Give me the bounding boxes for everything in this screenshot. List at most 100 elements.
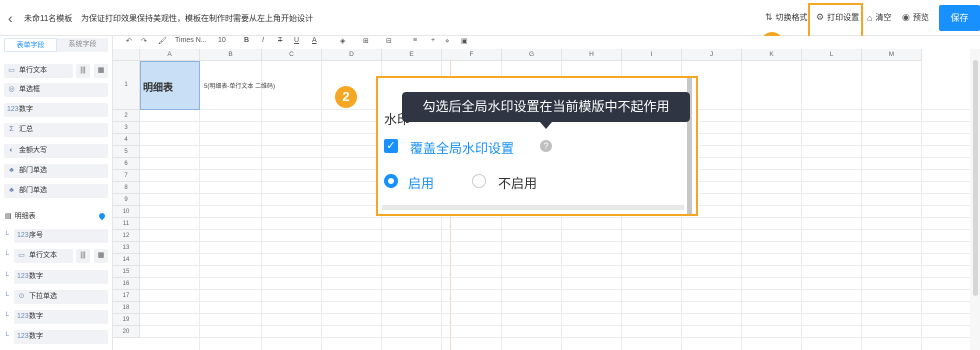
scrollbar-thumb[interactable] [973, 60, 978, 296]
back-arrow-icon[interactable]: ‹ [8, 9, 22, 27]
row-header[interactable]: 5 [113, 146, 140, 158]
table-icon: ▤ [5, 213, 12, 220]
enable-radio[interactable] [384, 174, 398, 188]
row-header[interactable]: 6 [113, 158, 140, 170]
column-header[interactable]: H [562, 49, 622, 61]
row-header[interactable]: 9 [113, 194, 140, 206]
radio-field-icon: ◎ [8, 86, 15, 93]
merge-cells-icon[interactable]: ⊟ [386, 37, 392, 45]
row-header[interactable]: 1 [113, 61, 140, 110]
italic-button[interactable]: I [262, 37, 264, 44]
detail-field-item[interactable]: 123 数字 [14, 270, 108, 284]
column-header[interactable]: A [140, 49, 200, 61]
preview-button[interactable]: ◉ 预览 [902, 12, 929, 23]
border-icon[interactable]: ⊞ [363, 37, 369, 45]
barcode-icon[interactable]: ||| [76, 249, 90, 263]
font-family-select[interactable]: Times N... [175, 37, 207, 44]
disable-radio[interactable] [472, 174, 486, 188]
font-color-button[interactable]: A [312, 37, 317, 44]
format-painter-icon[interactable]: 🖌︎ [158, 37, 167, 45]
strikethrough-button[interactable]: T [278, 37, 282, 44]
font-size-select[interactable]: 10 [218, 37, 226, 44]
column-header[interactable]: G [502, 49, 562, 61]
grid-row-line [140, 253, 970, 254]
detail-field-item[interactable]: ▭ 单行文本 [14, 249, 73, 263]
row-header[interactable]: 4 [113, 134, 140, 146]
column-header[interactable]: D [322, 49, 382, 61]
field-item[interactable]: ♣ 部门单选 [4, 184, 108, 198]
override-checkbox[interactable]: ✓ [384, 139, 398, 153]
row-header[interactable]: 17 [113, 290, 140, 302]
detail-group-title[interactable]: ▤ 明细表 [5, 211, 36, 221]
field-item[interactable]: 123 数字 [4, 103, 108, 117]
column-header[interactable]: M [862, 49, 922, 61]
column-header[interactable]: C [262, 49, 322, 61]
row-header[interactable]: 10 [113, 206, 140, 218]
row-header[interactable]: 14 [113, 254, 140, 266]
disable-label[interactable]: 不启用 [498, 173, 537, 192]
row-header[interactable]: 13 [113, 242, 140, 254]
grid-column-line [741, 61, 742, 350]
row-header[interactable]: 19 [113, 314, 140, 326]
qrcode-icon[interactable]: ▦ [94, 64, 108, 78]
number-field-icon: 123 [17, 313, 29, 320]
redo-icon[interactable]: ↷ [141, 37, 147, 45]
row-header[interactable]: 2 [113, 110, 140, 122]
detail-field-item[interactable]: 123 数字 [14, 310, 108, 324]
row-header[interactable]: 11 [113, 218, 140, 230]
watermark-tooltip: 勾选后全局水印设置在当前模版中不起作用 [402, 92, 690, 122]
field-item[interactable]: ▭ 单行文本 [4, 64, 73, 78]
barcode-icon[interactable]: ||| [76, 64, 90, 78]
align-icon[interactable]: ≡ [413, 37, 417, 44]
bold-button[interactable]: B [244, 37, 249, 44]
column-header[interactable]: F [442, 49, 502, 61]
switch-format-button[interactable]: ⇅ 切换格式 [765, 12, 808, 23]
template-name[interactable]: 未命11名模板 [24, 13, 72, 24]
grid-row-line [140, 301, 970, 302]
enable-label[interactable]: 启用 [408, 173, 434, 192]
field-item[interactable]: ◐ 金额大写 [4, 144, 108, 158]
grid-row-line [140, 277, 970, 278]
underline-button[interactable]: U [294, 37, 299, 44]
column-header[interactable]: B [200, 49, 262, 61]
help-icon[interactable]: ? [540, 140, 552, 152]
row-header[interactable]: 8 [113, 182, 140, 194]
qrcode-icon[interactable]: ▦ [94, 249, 108, 263]
template-note: 为保证打印效果保持美观性，模板在制作时需要从左上角开始设计 [81, 14, 313, 23]
row-header[interactable]: 20 [113, 326, 140, 338]
detail-field-item[interactable]: 123 序号 [14, 229, 108, 243]
dialog-horizontal-scrollbar[interactable] [382, 205, 684, 210]
tree-branch-icon: └ [4, 313, 9, 320]
column-header[interactable]: J [682, 49, 742, 61]
row-header[interactable]: 7 [113, 170, 140, 182]
field-item[interactable]: ◎ 单选框 [4, 83, 108, 97]
grid-column-line [801, 61, 802, 350]
override-label[interactable]: 覆盖全局水印设置 [410, 138, 514, 157]
column-header[interactable]: K [742, 49, 802, 61]
clear-label: 清空 [875, 13, 892, 22]
row-header[interactable]: 16 [113, 278, 140, 290]
tab-form-fields[interactable]: 表单字段 [4, 38, 57, 52]
image-icon[interactable]: ▣ [461, 37, 468, 45]
save-button[interactable]: 保存 [939, 5, 980, 31]
column-header[interactable]: E [382, 49, 442, 61]
column-header[interactable]: L [802, 49, 862, 61]
undo-icon[interactable]: ↶ [126, 37, 132, 45]
insert-icon[interactable]: ⋄ [445, 37, 449, 45]
column-header[interactable]: I [622, 49, 682, 61]
row-header[interactable]: 12 [113, 230, 140, 242]
detail-field-item[interactable]: ⊙ 下拉单选 [14, 290, 108, 304]
row-header[interactable]: 3 [113, 122, 140, 134]
tab-system-fields[interactable]: 系统字段 [57, 38, 108, 52]
fill-color-icon[interactable]: ◈ [340, 37, 345, 45]
cell-a1[interactable]: 明细表 [140, 61, 200, 110]
detail-field-item[interactable]: 123 数字 [14, 330, 108, 344]
field-item[interactable]: ♣ 部门单选 [4, 164, 108, 178]
row-header[interactable]: 15 [113, 266, 140, 278]
clear-button[interactable]: ⌂ 清空 [867, 12, 891, 23]
cell-b1[interactable]: 5(明细表-单行文本 二维码) [204, 81, 275, 90]
field-item[interactable]: Σ 汇总 [4, 123, 108, 137]
add-icon[interactable]: + [431, 37, 435, 44]
row-header[interactable]: 18 [113, 302, 140, 314]
grid-row-line [140, 229, 970, 230]
